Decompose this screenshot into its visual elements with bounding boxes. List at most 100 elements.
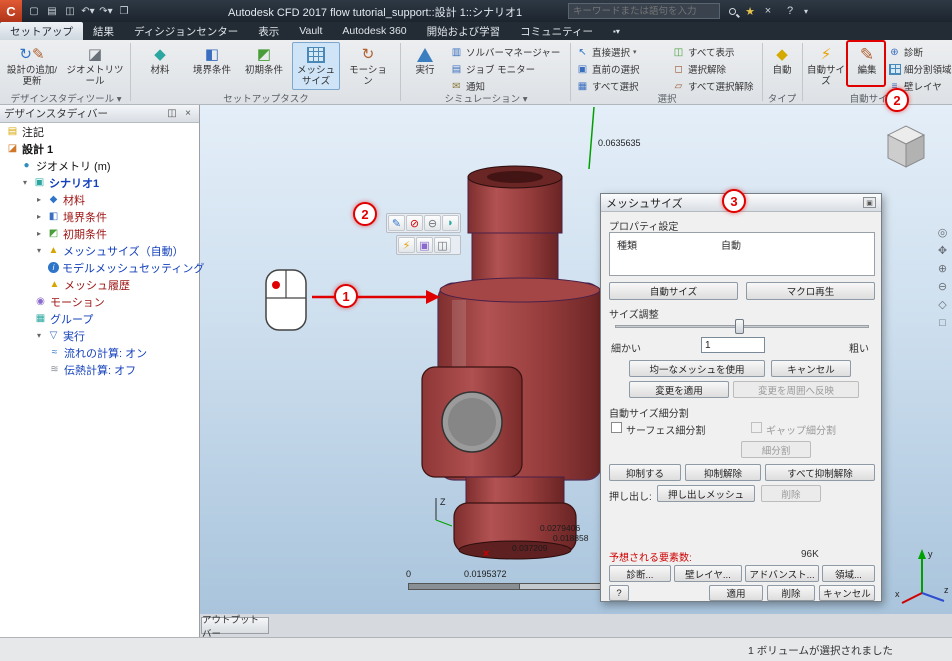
properties-listbox[interactable] (609, 232, 875, 276)
gap-refine-checkbox[interactable] (751, 422, 762, 433)
tree-item-motion[interactable]: ◉ モーション (0, 293, 199, 310)
tree-item-flow-calc[interactable]: ≈ 流れの計算: オン (0, 344, 199, 361)
expand-open-icon[interactable]: ▾ (34, 331, 44, 340)
delete-extrude-button[interactable]: 削除 (761, 485, 821, 502)
diagnostics-button[interactable]: ⊕ 診断 (888, 44, 923, 60)
delete-button[interactable]: 削除 (767, 585, 815, 601)
uniform-mesh-button[interactable]: 均一なメッシュを使用 (629, 360, 765, 377)
wall-layer-dialog-button[interactable]: 壁レイヤ... (674, 565, 742, 582)
zoom-out-icon[interactable]: ⊖ (935, 279, 950, 294)
advanced-button[interactable]: アドバンスト... (745, 565, 819, 582)
edit-size-icon[interactable]: ✎ (388, 215, 405, 231)
refine-button[interactable]: 細分割 (741, 441, 811, 458)
dialog-help-button[interactable]: ? (609, 585, 629, 601)
size-slider-handle[interactable] (735, 319, 744, 334)
zoom-in-icon[interactable]: ⊕ (935, 261, 950, 276)
star-icon[interactable]: ★ (742, 3, 758, 19)
tab-autodesk360[interactable]: Autodesk 360 (332, 22, 416, 40)
tree-item-heat-calc[interactable]: ≋ 伝熱計算: オフ (0, 361, 199, 378)
direct-select-dropdown[interactable]: ↖ 直接選択 ▾ (576, 44, 636, 60)
spread-changes-button[interactable]: 変更を周囲へ反映 (733, 381, 859, 398)
unsuppress-button[interactable]: 抑制解除 (685, 464, 761, 481)
open-icon[interactable]: ▤ (44, 3, 60, 19)
previous-selection-button[interactable]: ▣ 直前の選択 (576, 61, 640, 77)
auto-type-button[interactable]: ◆ 自動 (764, 42, 800, 90)
tree-item-design[interactable]: ◪ 設計 1 (0, 140, 199, 157)
surface-refine-checkbox[interactable] (611, 422, 622, 433)
tab-view[interactable]: 表示 (248, 22, 289, 40)
tree-item-materials[interactable]: ▸ ◆ 材料 (0, 191, 199, 208)
dialog-dock-icon[interactable]: ▣ (863, 197, 876, 208)
expand-closed-icon[interactable]: ▸ (34, 229, 44, 238)
tab-setup[interactable]: セットアップ (0, 22, 83, 40)
boundary-conditions-button[interactable]: ◧ 境界条件 (188, 42, 236, 90)
tree-item-initial[interactable]: ▸ ◩ 初期条件 (0, 225, 199, 242)
suppress-button[interactable]: 抑制する (609, 464, 681, 481)
apply-button[interactable]: 適用 (709, 585, 763, 601)
macro-play-button[interactable]: マクロ再生 (746, 282, 875, 300)
tree-item-group[interactable]: ▦ グループ (0, 310, 199, 327)
pin-icon[interactable]: ◫ (165, 108, 179, 119)
mesh-size-button[interactable]: メッシュサイズ (292, 42, 340, 90)
job-monitor-button[interactable]: ▤ ジョブ モニター (450, 61, 535, 77)
cancel-small-button[interactable]: キャンセル (771, 360, 851, 377)
cancel-button[interactable]: キャンセル (819, 585, 875, 601)
group-label-selection[interactable]: 選択 (572, 91, 762, 105)
group-label-design-tools[interactable]: デザインスタディツール ▾ (2, 91, 130, 105)
help-menu-icon[interactable]: ▾ (798, 3, 814, 19)
deselect-button[interactable]: ◻ 選択解除 (672, 61, 726, 77)
apply-changes-button[interactable]: 変更を適用 (629, 381, 729, 398)
view-cube[interactable] (878, 119, 934, 175)
solve-button[interactable]: 実行 (404, 42, 446, 90)
rotate-tool-icon[interactable]: ◗ (442, 215, 459, 231)
region-tool-icon[interactable]: ▣ (416, 237, 433, 253)
region-button[interactable]: 領域... (822, 565, 875, 582)
group-label-type[interactable]: タイプ (762, 91, 802, 105)
expand-open-icon[interactable]: ▾ (34, 246, 44, 255)
pan-icon[interactable]: ✥ (935, 243, 950, 258)
show-all-button[interactable]: ◫ すべて表示 (672, 44, 735, 60)
output-bar-tab[interactable]: アウトプットバー (201, 615, 269, 640)
refine-region-button[interactable]: 細分割領域 (888, 61, 952, 77)
tree-item-solve[interactable]: ▾ ▽ 実行 (0, 327, 199, 344)
extrude-mesh-button[interactable]: 押し出しメッシュ (657, 485, 755, 502)
orbit-icon[interactable]: ◇ (935, 297, 950, 312)
group-label-simulation[interactable]: シミュレーション ▾ (402, 91, 570, 105)
help-icon[interactable]: ? (782, 3, 798, 19)
tree-item-model-mesh-settings[interactable]: i モデルメッシュセッティング (0, 259, 204, 276)
select-box-icon[interactable]: ◫ (434, 237, 451, 253)
tab-results[interactable]: 結果 (83, 22, 124, 40)
group-label-autosize[interactable]: 自動サイズ ▾ (804, 91, 950, 105)
close-icon[interactable]: × (181, 108, 195, 119)
tree-item-boundary[interactable]: ▸ ◧ 境界条件 (0, 208, 199, 225)
clear-icon[interactable]: × (760, 3, 776, 19)
search-icon[interactable] (724, 3, 740, 19)
app-logo-icon[interactable]: C (0, 0, 22, 22)
autosize-dialog-button[interactable]: 自動サイズ (609, 282, 738, 300)
look-at-icon[interactable]: □ (935, 315, 950, 330)
motion-button[interactable]: ↻ モーション (344, 42, 392, 90)
tree-item-mesh-history[interactable]: ▲ メッシュ履歴 (0, 276, 199, 293)
tree-item-mesh-size[interactable]: ▾ ▲ メッシュサイズ（自動） (0, 242, 199, 259)
size-value-input[interactable] (701, 337, 765, 353)
geometry-tools-button[interactable]: ◪ ジオメトリツール (62, 42, 128, 90)
tree-item-notes[interactable]: ▤ 注記 (0, 123, 199, 140)
unsuppress-all-button[interactable]: すべて抑制解除 (765, 464, 875, 481)
redo-icon[interactable]: ↷▾ (98, 3, 114, 19)
solver-manager-button[interactable]: ▥ ソルバーマネージャー (450, 44, 561, 60)
autosize-button[interactable]: ⚡ 自動サイズ (804, 42, 848, 90)
print-icon[interactable]: ❐ (116, 3, 132, 19)
diagnostics-dialog-button[interactable]: 診断... (609, 565, 671, 582)
undo-icon[interactable]: ↶▾ (80, 3, 96, 19)
group-label-setup-tasks[interactable]: セットアップタスク (132, 91, 400, 105)
tree-item-geometry[interactable]: ● ジオメトリ (m) (0, 157, 199, 174)
tab-get-started[interactable]: 開始および学習 (417, 22, 511, 40)
suppress-icon[interactable]: ⊘ (406, 215, 423, 231)
ribbon-options-icon[interactable]: ▪▾ (603, 22, 630, 40)
new-icon[interactable]: ▢ (26, 3, 42, 19)
expand-closed-icon[interactable]: ▸ (34, 212, 44, 221)
expand-open-icon[interactable]: ▾ (20, 178, 30, 187)
tab-decision-center[interactable]: ディシジョンセンター (124, 22, 248, 40)
save-icon[interactable]: ◫ (62, 3, 78, 19)
tab-vault[interactable]: Vault (289, 22, 332, 40)
